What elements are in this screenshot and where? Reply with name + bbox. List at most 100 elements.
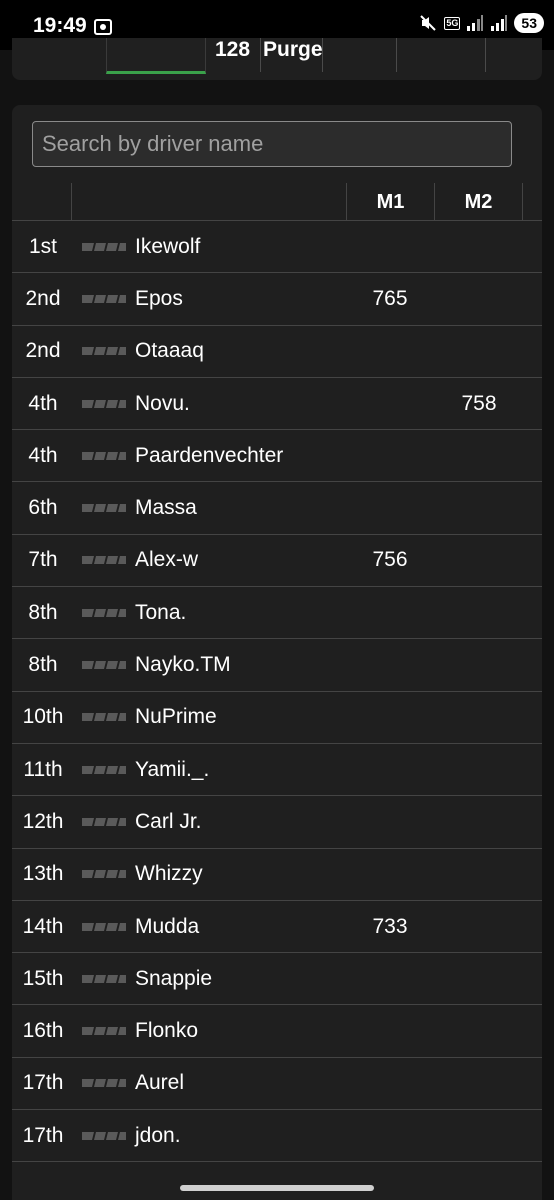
m2-score-cell <box>434 692 524 743</box>
home-indicator[interactable] <box>180 1185 374 1191</box>
leaderboard-card: M1 M2 1st Ikewolf 2nd Epos 765 <box>12 105 542 1200</box>
m2-score-cell <box>434 639 524 690</box>
driver-name-cell: Massa <box>135 496 197 520</box>
m1-score-cell <box>346 953 434 1004</box>
driver-name-cell: Alex-w <box>135 548 199 572</box>
table-row[interactable]: 16th Flonko <box>12 1005 542 1058</box>
m2-score-cell <box>434 901 524 952</box>
table-row[interactable]: 6th Massa <box>12 482 542 535</box>
table-row[interactable]: 10th NuPrime <box>12 692 542 744</box>
m1-score-cell: 765 <box>372 286 408 310</box>
m1-score-cell <box>346 430 434 481</box>
table-header: M1 M2 <box>12 183 542 221</box>
m1-score-cell <box>346 378 434 429</box>
table-row[interactable]: 2nd Epos 765 <box>12 273 542 326</box>
m2-score-cell <box>434 326 524 377</box>
m2-score-cell <box>434 587 524 638</box>
m1-score-cell <box>346 692 434 743</box>
table-row[interactable]: 8th Tona. <box>12 587 542 640</box>
table-row[interactable]: 15th Snappie <box>12 953 542 1006</box>
driver-name-cell: Whizzy <box>135 862 203 886</box>
position-cell: 6th <box>28 496 58 520</box>
search-input[interactable] <box>32 121 512 167</box>
map-tab-label[interactable]: 128 <box>215 38 250 62</box>
team-logo-icon <box>82 713 126 722</box>
driver-name-cell: Flonko <box>135 1019 199 1043</box>
table-row[interactable]: 17th Aurel <box>12 1058 542 1111</box>
table-row[interactable]: 13th Whizzy <box>12 849 542 901</box>
table-row[interactable]: 7th Alex-w 756 <box>12 535 542 588</box>
m1-score-cell <box>346 326 434 377</box>
m2-score-cell <box>434 221 524 272</box>
table-row[interactable]: 2nd Otaaaq <box>12 326 542 378</box>
m1-score-cell: 756 <box>372 548 408 572</box>
driver-name-cell: Yamii._. <box>135 757 210 781</box>
driver-name-cell: Aurel <box>135 1071 185 1095</box>
table-row[interactable]: 11th Yamii._. <box>12 744 542 797</box>
team-logo-icon <box>82 870 126 879</box>
m2-score-cell <box>434 849 524 900</box>
team-logo-icon <box>82 765 126 774</box>
table-row[interactable]: 4th Paardenvechter <box>12 430 542 483</box>
m1-score-cell <box>346 796 434 847</box>
status-icons: 5G 53 <box>418 13 544 33</box>
m1-score-cell <box>346 482 434 533</box>
team-logo-icon <box>82 922 126 931</box>
m2-score-cell <box>434 1110 524 1161</box>
divider <box>396 38 397 72</box>
table-row[interactable]: 14th Mudda 733 <box>12 901 542 954</box>
team-logo-icon <box>82 608 126 617</box>
table-row[interactable]: 1st Ikewolf <box>12 221 542 274</box>
driver-name-cell: jdon. <box>135 1123 181 1147</box>
driver-name-cell: Novu. <box>135 391 190 415</box>
m1-score-cell <box>346 849 434 900</box>
table-row[interactable]: 12th Carl Jr. <box>12 796 542 849</box>
position-cell: 16th <box>22 1019 64 1043</box>
team-logo-icon <box>82 556 126 565</box>
position-cell: 17th <box>22 1071 64 1095</box>
m2-score-cell <box>434 1005 524 1056</box>
selected-map-tab[interactable] <box>106 38 206 74</box>
m1-score-cell <box>346 1058 434 1109</box>
column-header-m2[interactable]: M2 <box>435 183 523 221</box>
driver-name-cell: Paardenvechter <box>135 443 284 467</box>
position-cell: 4th <box>28 391 58 415</box>
position-cell: 2nd <box>25 286 61 310</box>
m2-score-cell <box>434 744 524 795</box>
clock: 19:49 <box>33 14 87 37</box>
team-logo-icon <box>82 242 126 251</box>
m1-score-cell <box>346 221 434 272</box>
m2-score-cell <box>434 273 524 324</box>
screen-record-icon <box>94 19 112 35</box>
team-logo-icon <box>82 817 126 826</box>
m2-score-cell <box>434 482 524 533</box>
table-row[interactable]: 8th Nayko.TM <box>12 639 542 692</box>
column-header-m1[interactable]: M1 <box>347 183 435 221</box>
position-cell: 1st <box>28 234 57 258</box>
column-header-driver[interactable] <box>72 183 347 221</box>
battery-indicator: 53 <box>514 13 544 33</box>
position-cell: 4th <box>28 443 58 467</box>
column-header-position[interactable] <box>12 183 72 221</box>
team-logo-icon <box>82 1027 126 1036</box>
position-cell: 13th <box>22 862 64 886</box>
divider <box>322 38 323 72</box>
m1-score-cell <box>346 639 434 690</box>
driver-name-cell: NuPrime <box>135 705 217 729</box>
driver-name-cell: Epos <box>135 286 183 310</box>
team-logo-icon <box>82 504 126 513</box>
m1-score-cell: 733 <box>372 914 408 938</box>
signal-icon <box>467 15 484 31</box>
m2-score-cell <box>434 796 524 847</box>
map-selector-bar: 128 Purge <box>12 38 542 80</box>
m2-score-cell <box>434 1058 524 1109</box>
table-row[interactable]: 4th Novu. 758 <box>12 378 542 431</box>
map-tab-label[interactable]: Purge <box>263 38 323 62</box>
team-logo-icon <box>82 294 126 303</box>
driver-name-cell: Ikewolf <box>135 234 201 258</box>
driver-name-cell: Snappie <box>135 966 213 990</box>
position-cell: 2nd <box>25 339 61 363</box>
team-logo-icon <box>82 347 126 356</box>
m1-score-cell <box>346 1005 434 1056</box>
table-row[interactable]: 17th jdon. <box>12 1110 542 1163</box>
